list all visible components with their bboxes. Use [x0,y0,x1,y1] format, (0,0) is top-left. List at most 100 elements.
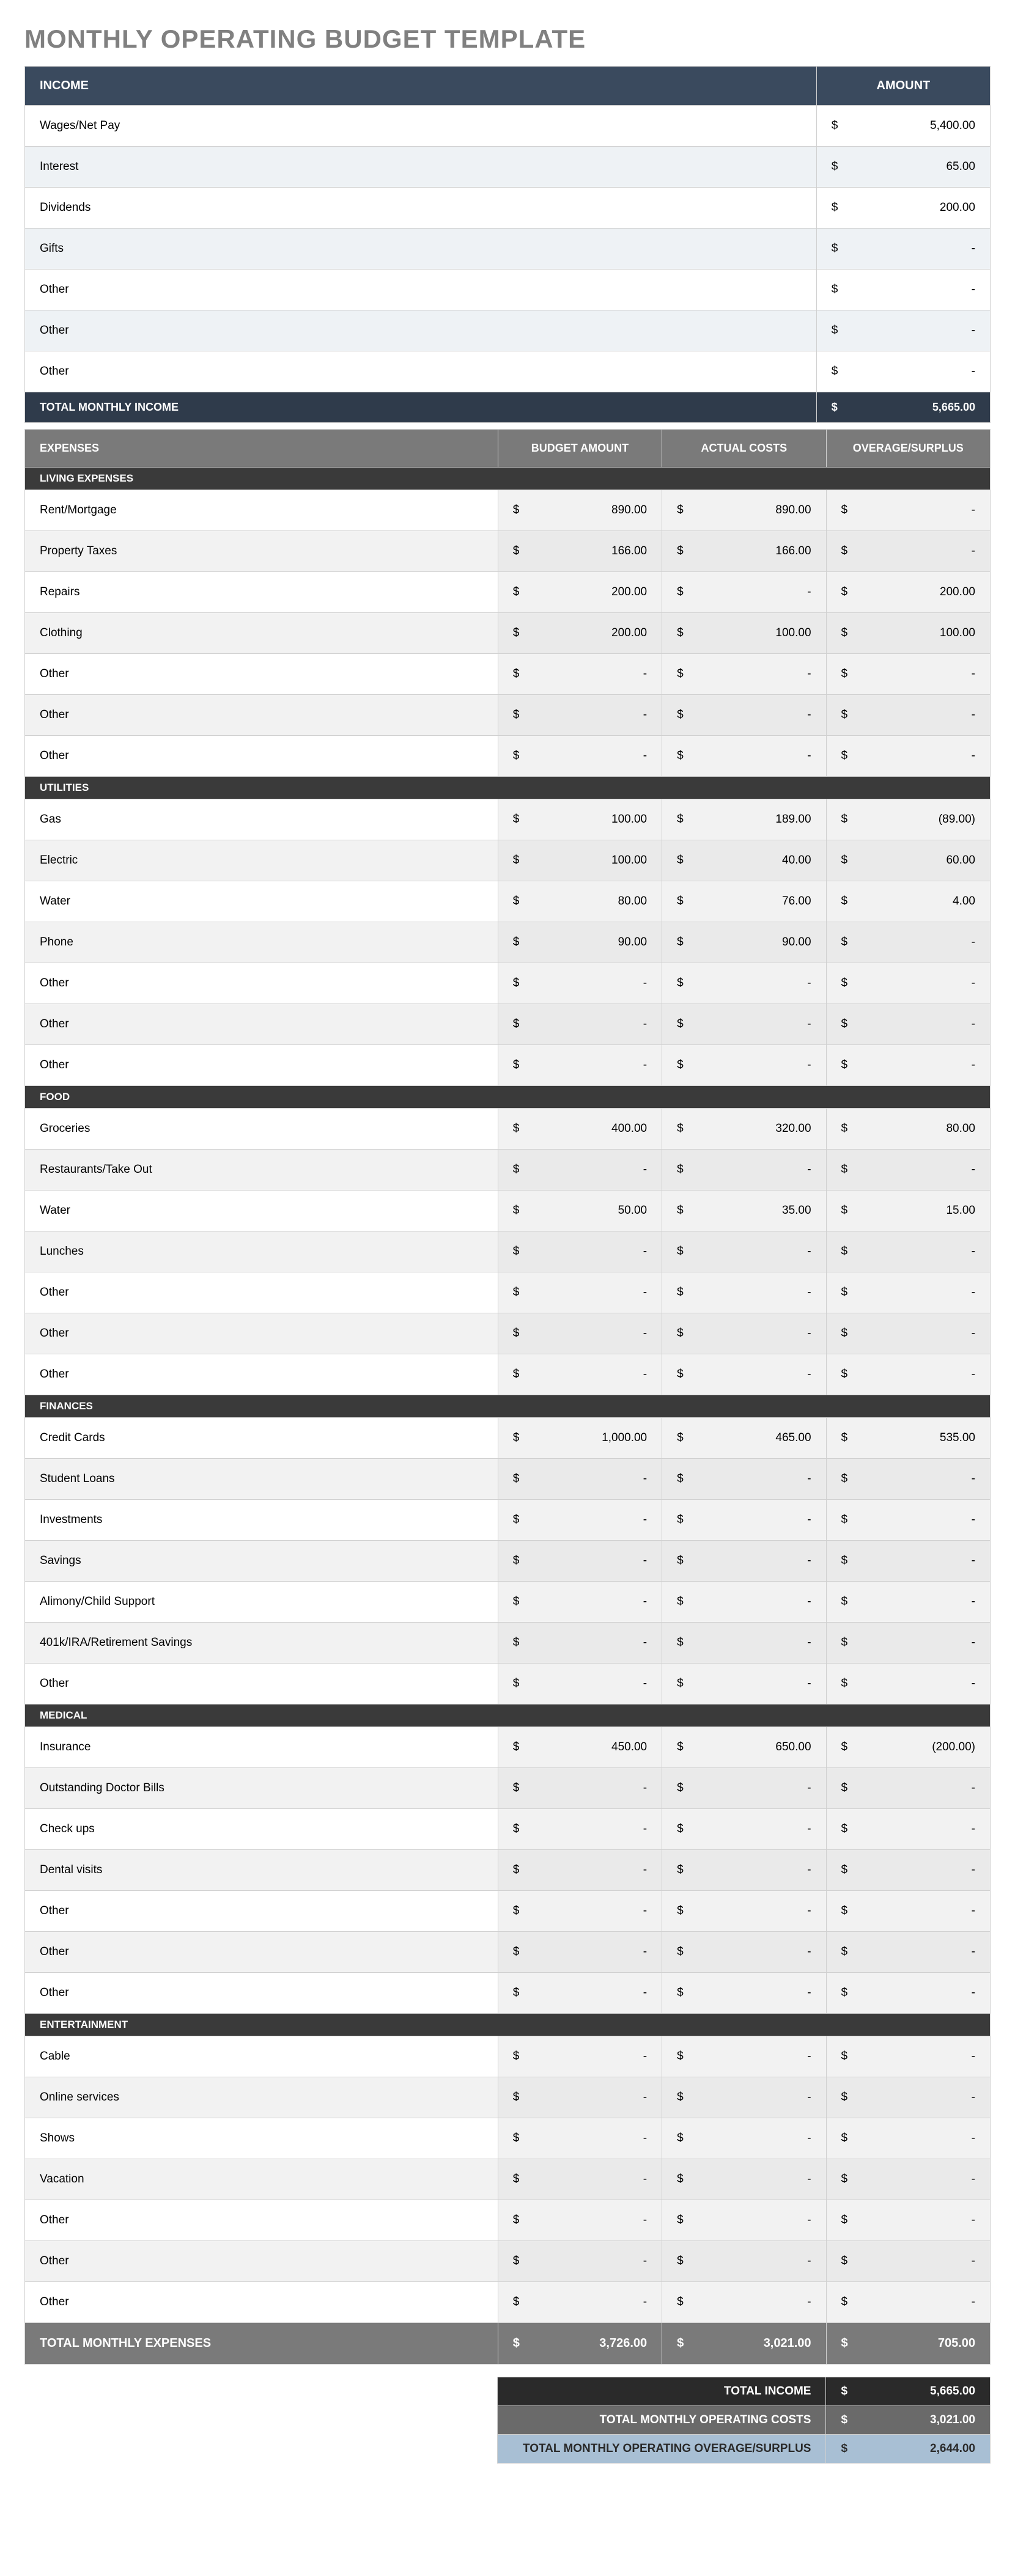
expense-overage-amount[interactable]: $100.00 [826,613,990,654]
expense-budget-amount[interactable]: $80.00 [498,881,662,922]
expense-overage-amount[interactable]: $- [826,1150,990,1191]
expense-actual-amount[interactable]: $166.00 [662,531,826,572]
expense-overage-amount[interactable]: $- [826,1768,990,1809]
expense-row-label[interactable]: Other [25,2282,498,2323]
expense-budget-amount[interactable]: $- [498,1045,662,1086]
expense-row-label[interactable]: Other [25,1313,498,1354]
expense-row-label[interactable]: Other [25,1932,498,1973]
expense-budget-amount[interactable]: $- [498,1768,662,1809]
expense-overage-amount[interactable]: $- [826,1809,990,1850]
summary-amount[interactable]: $2,644.00 [826,2435,991,2464]
expense-actual-amount[interactable]: $- [662,963,826,1004]
expense-overage-amount[interactable]: $- [826,1272,990,1313]
expense-row-label[interactable]: Other [25,963,498,1004]
expense-actual-amount[interactable]: $- [662,1850,826,1891]
expense-row-label[interactable]: Check ups [25,1809,498,1850]
expense-actual-amount[interactable]: $- [662,2200,826,2241]
expense-overage-amount[interactable]: $(89.00) [826,799,990,840]
expense-actual-amount[interactable]: $- [662,736,826,777]
expense-budget-amount[interactable]: $- [498,1500,662,1541]
expense-overage-amount[interactable]: $- [826,1004,990,1045]
expense-overage-amount[interactable]: $- [826,2118,990,2159]
expense-overage-amount[interactable]: $- [826,1500,990,1541]
expense-overage-amount[interactable]: $15.00 [826,1191,990,1231]
expense-row-label[interactable]: Groceries [25,1109,498,1150]
expense-budget-amount[interactable]: $- [498,2118,662,2159]
expense-overage-amount[interactable]: $- [826,922,990,963]
expense-actual-amount[interactable]: $- [662,1045,826,1086]
expense-overage-amount[interactable]: $- [826,1623,990,1664]
expense-actual-amount[interactable]: $76.00 [662,881,826,922]
expense-row-label[interactable]: Online services [25,2077,498,2118]
expense-actual-amount[interactable]: $- [662,572,826,613]
expense-overage-amount[interactable]: $- [826,1459,990,1500]
expense-budget-amount[interactable]: $400.00 [498,1109,662,1150]
expense-budget-amount[interactable]: $100.00 [498,799,662,840]
income-row-amount[interactable]: $65.00 [816,147,990,188]
expense-budget-amount[interactable]: $- [498,2036,662,2077]
expense-actual-amount[interactable]: $- [662,1768,826,1809]
expense-row-label[interactable]: Insurance [25,1727,498,1768]
expense-budget-amount[interactable]: $90.00 [498,922,662,963]
expense-actual-amount[interactable]: $90.00 [662,922,826,963]
expense-budget-amount[interactable]: $50.00 [498,1191,662,1231]
expense-budget-amount[interactable]: $200.00 [498,613,662,654]
expense-budget-amount[interactable]: $1,000.00 [498,1418,662,1459]
income-row-label[interactable]: Other [25,310,817,351]
expense-row-label[interactable]: Other [25,2200,498,2241]
expense-actual-amount[interactable]: $650.00 [662,1727,826,1768]
expense-overage-amount[interactable]: $- [826,2241,990,2282]
expense-row-label[interactable]: Cable [25,2036,498,2077]
expense-actual-amount[interactable]: $890.00 [662,490,826,531]
expense-overage-amount[interactable]: $535.00 [826,1418,990,1459]
expense-budget-amount[interactable]: $- [498,1354,662,1395]
expense-row-label[interactable]: Other [25,1891,498,1932]
expense-actual-amount[interactable]: $320.00 [662,1109,826,1150]
expense-budget-amount[interactable]: $- [498,1623,662,1664]
expense-row-label[interactable]: Restaurants/Take Out [25,1150,498,1191]
expense-actual-amount[interactable]: $- [662,2077,826,2118]
expense-budget-amount[interactable]: $- [498,1809,662,1850]
income-row-label[interactable]: Wages/Net Pay [25,106,817,147]
expense-row-label[interactable]: Phone [25,922,498,963]
expense-actual-amount[interactable]: $- [662,1809,826,1850]
expense-budget-amount[interactable]: $- [498,1891,662,1932]
expense-row-label[interactable]: Repairs [25,572,498,613]
expense-budget-amount[interactable]: $450.00 [498,1727,662,1768]
expense-overage-amount[interactable]: $- [826,490,990,531]
expense-budget-amount[interactable]: $- [498,1313,662,1354]
expense-budget-amount[interactable]: $200.00 [498,572,662,613]
expense-row-label[interactable]: Other [25,2241,498,2282]
expense-overage-amount[interactable]: $- [826,1973,990,2014]
income-row-amount[interactable]: $200.00 [816,188,990,229]
expense-budget-amount[interactable]: $- [498,1272,662,1313]
expense-row-label[interactable]: Other [25,1664,498,1704]
expense-actual-amount[interactable]: $100.00 [662,613,826,654]
expense-row-label[interactable]: Credit Cards [25,1418,498,1459]
expense-overage-amount[interactable]: $- [826,1850,990,1891]
expense-overage-amount[interactable]: $- [826,1541,990,1582]
expense-overage-amount[interactable]: $- [826,2036,990,2077]
expense-row-label[interactable]: Investments [25,1500,498,1541]
expense-row-label[interactable]: Water [25,881,498,922]
expense-actual-amount[interactable]: $- [662,2159,826,2200]
expense-overage-amount[interactable]: $- [826,2077,990,2118]
expense-budget-amount[interactable]: $- [498,963,662,1004]
income-row-amount[interactable]: $- [816,310,990,351]
income-row-label[interactable]: Interest [25,147,817,188]
expense-budget-amount[interactable]: $- [498,695,662,736]
expense-budget-amount[interactable]: $100.00 [498,840,662,881]
expense-actual-amount[interactable]: $- [662,1541,826,1582]
expense-actual-amount[interactable]: $40.00 [662,840,826,881]
expense-actual-amount[interactable]: $- [662,1272,826,1313]
expense-overage-amount[interactable]: $- [826,2200,990,2241]
expense-row-label[interactable]: Property Taxes [25,531,498,572]
expense-row-label[interactable]: Other [25,695,498,736]
expense-row-label[interactable]: Clothing [25,613,498,654]
expense-actual-amount[interactable]: $- [662,2036,826,2077]
expense-budget-amount[interactable]: $- [498,736,662,777]
expense-actual-amount[interactable]: $- [662,2118,826,2159]
expense-overage-amount[interactable]: $- [826,1313,990,1354]
expense-row-label[interactable]: Electric [25,840,498,881]
expense-budget-amount[interactable]: $- [498,1459,662,1500]
